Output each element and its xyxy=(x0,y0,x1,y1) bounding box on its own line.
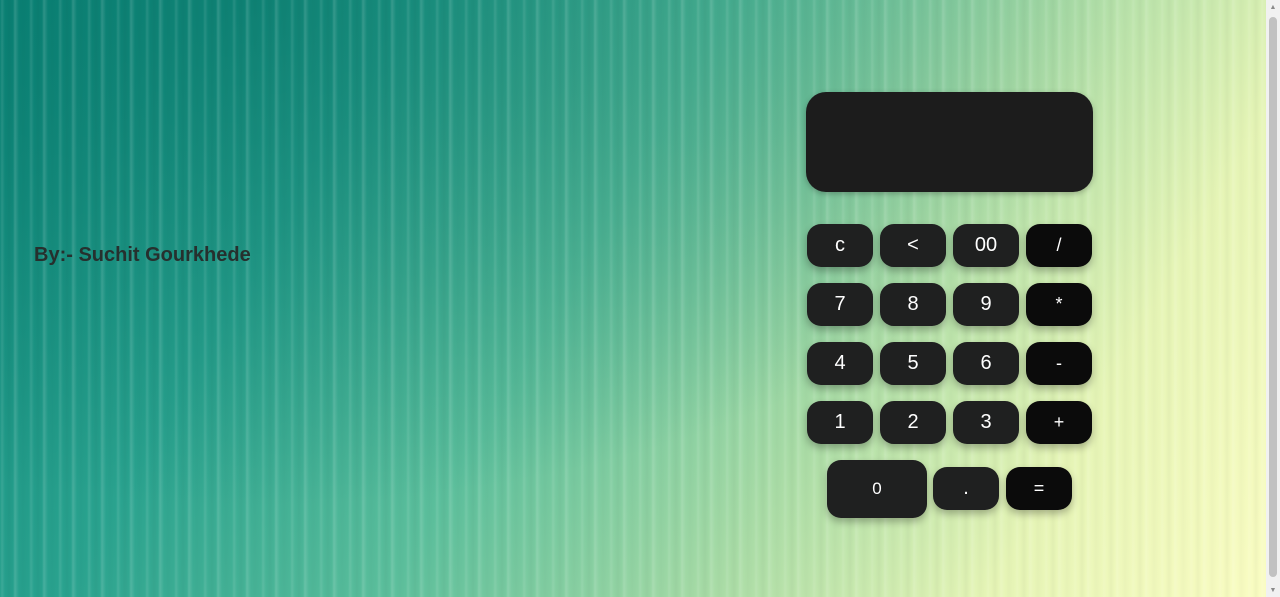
multiply-button[interactable]: * xyxy=(1026,283,1092,326)
scroll-down-icon[interactable]: ▼ xyxy=(1266,583,1280,597)
digit-8-button[interactable]: 8 xyxy=(880,283,946,326)
digit-9-button[interactable]: 9 xyxy=(953,283,1019,326)
digit-4-button[interactable]: 4 xyxy=(807,342,873,385)
page: By:- Suchit Gourkhede c < 00 / 7 8 9 * 4… xyxy=(0,0,1266,597)
plus-button[interactable]: + xyxy=(1026,401,1092,444)
digit-2-button[interactable]: 2 xyxy=(880,401,946,444)
decimal-point-button[interactable]: . xyxy=(933,467,999,510)
vertical-scrollbar[interactable]: ▲ ▼ xyxy=(1266,0,1280,597)
backspace-button[interactable]: < xyxy=(880,224,946,267)
calculator: c < 00 / 7 8 9 * 4 5 6 - 1 2 3 + 0 . = xyxy=(806,92,1094,518)
scrollbar-thumb[interactable] xyxy=(1269,17,1277,577)
digit-0-button[interactable]: 0 xyxy=(827,460,927,518)
author-credit: By:- Suchit Gourkhede xyxy=(34,244,251,266)
digit-7-button[interactable]: 7 xyxy=(807,283,873,326)
digit-5-button[interactable]: 5 xyxy=(880,342,946,385)
digit-3-button[interactable]: 3 xyxy=(953,401,1019,444)
divide-button[interactable]: / xyxy=(1026,224,1092,267)
clear-button[interactable]: c xyxy=(807,224,873,267)
minus-button[interactable]: - xyxy=(1026,342,1092,385)
digit-1-button[interactable]: 1 xyxy=(807,401,873,444)
scroll-up-icon[interactable]: ▲ xyxy=(1266,0,1280,14)
double-zero-button[interactable]: 00 xyxy=(953,224,1019,267)
digit-6-button[interactable]: 6 xyxy=(953,342,1019,385)
calculator-display xyxy=(806,92,1093,192)
equals-button[interactable]: = xyxy=(1006,467,1072,510)
